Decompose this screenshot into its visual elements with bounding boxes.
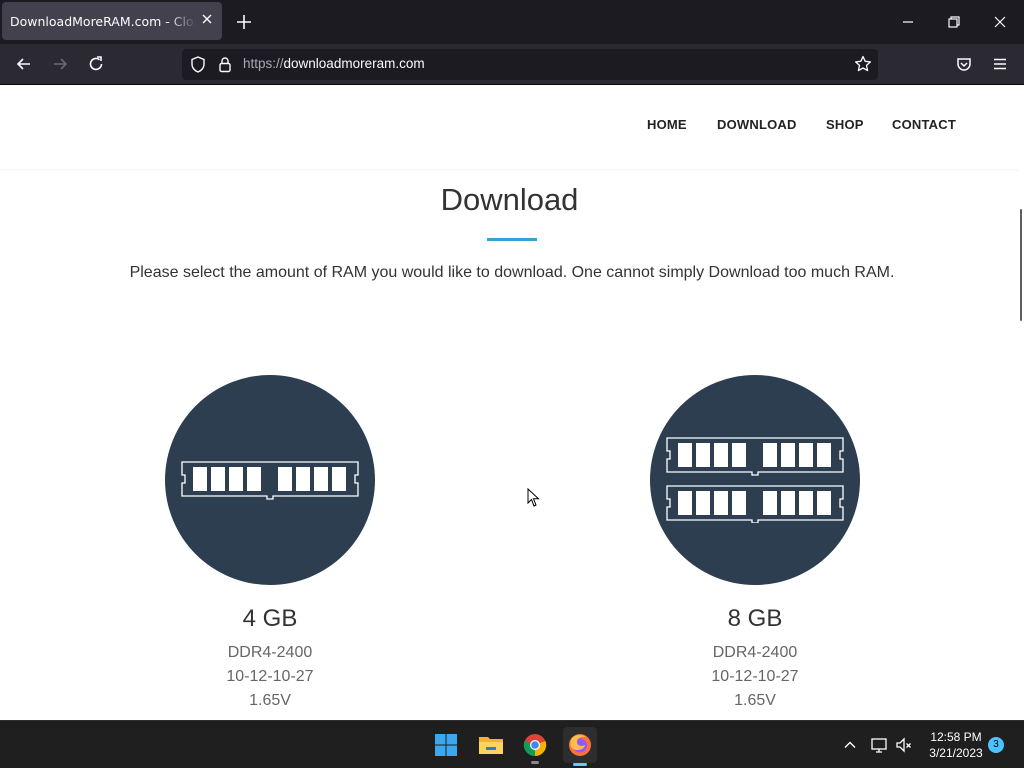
navigation-toolbar: https://downloadmoreram.com [0, 44, 1024, 85]
site-header: HOME DOWNLOAD SHOP CONTACT [0, 85, 1019, 169]
nav-contact[interactable]: CONTACT [892, 117, 956, 132]
tab-strip: DownloadMoreRAM.com - CloudRAM [0, 0, 1024, 44]
nav-shop[interactable]: SHOP [826, 117, 864, 132]
url-bar[interactable]: https://downloadmoreram.com [182, 49, 878, 80]
product-4gb-spec-type: DDR4-2400 [227, 644, 313, 661]
start-button[interactable] [430, 729, 462, 761]
running-indicator [531, 761, 539, 764]
minimize-icon[interactable] [898, 12, 918, 32]
taskbar-firefox[interactable] [563, 727, 597, 766]
taskbar: 12:58 PM 3/21/2023 3 [0, 720, 1024, 768]
scroll-thumb[interactable] [1020, 209, 1022, 321]
product-8gb-spec-voltage: 1.65V [734, 692, 776, 709]
new-tab-icon[interactable] [234, 12, 254, 32]
product-4gb-title[interactable]: 4 GB [165, 605, 375, 633]
chevron-up-icon[interactable] [843, 738, 857, 752]
pocket-icon[interactable] [954, 54, 974, 74]
back-icon[interactable] [14, 54, 34, 74]
product-4gb-image[interactable] [165, 375, 375, 585]
product-4gb-spec-timing: 10-12-10-27 [226, 668, 314, 685]
product-8gb-image[interactable] [650, 375, 860, 585]
taskbar-file-explorer[interactable] [475, 729, 507, 761]
forward-icon[interactable] [50, 54, 70, 74]
close-window-icon[interactable] [990, 12, 1010, 32]
notification-badge[interactable]: 3 [988, 737, 1004, 753]
file-explorer-icon [479, 737, 503, 754]
windows-start-icon [435, 734, 457, 756]
page-description: Please select the amount of RAM you woul… [129, 264, 895, 281]
restore-icon[interactable] [944, 12, 964, 32]
firefox-icon [569, 734, 591, 756]
reload-icon[interactable] [86, 54, 106, 74]
nav-download[interactable]: DOWNLOAD [717, 117, 797, 132]
clock-date: 3/21/2023 [929, 746, 983, 760]
product-8gb-spec-timing: 10-12-10-27 [711, 668, 799, 685]
close-tab-icon[interactable] [200, 12, 214, 26]
bookmark-star-icon[interactable] [854, 55, 872, 73]
taskbar-chrome[interactable] [519, 729, 551, 764]
page-scrollbar[interactable] [1019, 85, 1024, 720]
product-8gb-title[interactable]: 8 GB [650, 605, 860, 633]
url-text[interactable]: https://downloadmoreram.com [243, 56, 425, 71]
page-title: Download [440, 182, 579, 217]
web-page: HOME DOWNLOAD SHOP CONTACT Download Plea… [0, 85, 1024, 720]
active-indicator [573, 763, 587, 766]
volume-muted-icon[interactable] [895, 736, 913, 754]
nav-home[interactable]: HOME [647, 117, 687, 132]
tab-title: DownloadMoreRAM.com - CloudRAM [10, 13, 196, 29]
title-underline [487, 238, 537, 241]
network-icon[interactable] [870, 736, 888, 754]
ram-stick-icon [181, 461, 359, 500]
clock-time: 12:58 PM [930, 730, 982, 744]
lock-icon[interactable] [218, 56, 232, 73]
chrome-icon [523, 734, 547, 757]
ram-two-sticks-icon [666, 437, 844, 523]
product-8gb-spec-type: DDR4-2400 [712, 644, 798, 661]
tracking-shield-icon[interactable] [190, 56, 206, 73]
menu-icon[interactable] [990, 54, 1010, 74]
mouse-cursor-icon [527, 488, 540, 507]
system-clock[interactable]: 12:58 PM 3/21/2023 [924, 729, 988, 761]
product-4gb-spec-voltage: 1.65V [249, 692, 291, 709]
url-protocol: https:// [243, 56, 284, 71]
url-host: downloadmoreram.com [283, 56, 425, 71]
browser-tab[interactable]: DownloadMoreRAM.com - CloudRAM [2, 2, 222, 40]
